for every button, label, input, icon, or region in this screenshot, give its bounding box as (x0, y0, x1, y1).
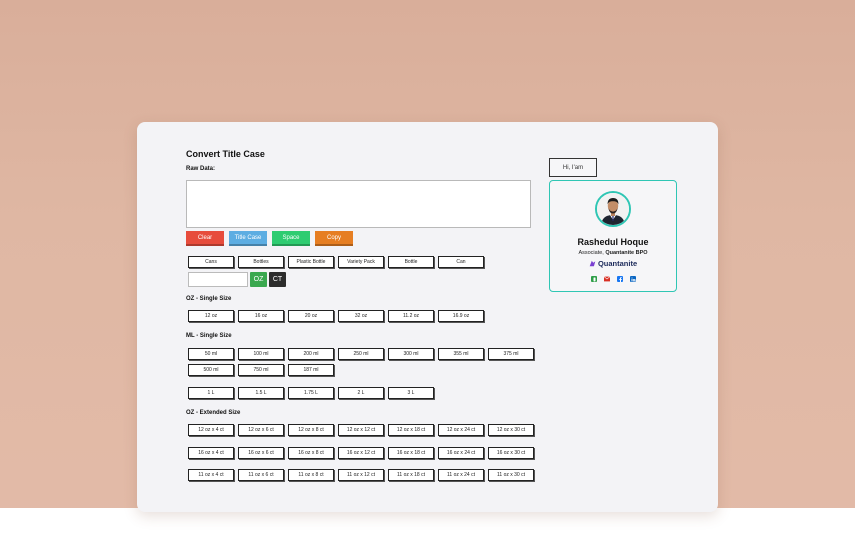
ml-size-chip[interactable]: 250 ml (338, 348, 384, 360)
social-links (591, 276, 636, 282)
profile-role: Associate, Quantanite BPO (550, 250, 676, 256)
brand-name: Quantanite (597, 259, 638, 268)
ml-size-chip[interactable]: 500 ml (188, 364, 234, 376)
oz-extended-chip[interactable]: 12 oz x 12 ct (338, 424, 384, 436)
quantanite-logo-icon (589, 260, 596, 267)
oz-extended-chip[interactable]: 11 oz x 18 ct (388, 469, 434, 481)
liter-size-chip[interactable]: 1.5 L (238, 387, 284, 399)
oz-extended-chip[interactable]: 11 oz x 30 ct (488, 469, 534, 481)
ml-size-chip[interactable]: 355 ml (438, 348, 484, 360)
raw-data-textarea[interactable] (186, 180, 531, 228)
avatar (595, 191, 631, 227)
avatar-portrait-icon (597, 193, 629, 225)
oz-button[interactable]: OZ (250, 272, 267, 287)
oz-extended-chip[interactable]: 16 oz x 18 ct (388, 447, 434, 459)
oz-extended-chip[interactable]: 12 oz x 18 ct (388, 424, 434, 436)
oz-extended-chip[interactable]: 11 oz x 8 ct (288, 469, 334, 481)
oz-size-chip[interactable]: 12 oz (188, 310, 234, 322)
ml-size-chip[interactable]: 50 ml (188, 348, 234, 360)
category-chip[interactable]: Plastic Bottle (288, 256, 334, 268)
oz-extended-chip[interactable]: 11 oz x 4 ct (188, 469, 234, 481)
oz-extended-chip[interactable]: 11 oz x 12 ct (338, 469, 384, 481)
oz-extended-label: OZ - Extended Size (186, 410, 241, 416)
liter-size-chip[interactable]: 2 L (338, 387, 384, 399)
oz-extended-chip[interactable]: 16 oz x 6 ct (238, 447, 284, 459)
ml-size-chip[interactable]: 100 ml (238, 348, 284, 360)
ml-size-chip[interactable]: 750 ml (238, 364, 284, 376)
role-title: Associate, (578, 250, 604, 256)
oz-extended-chip[interactable]: 16 oz x 4 ct (188, 447, 234, 459)
oz-extended-chip[interactable]: 16 oz x 24 ct (438, 447, 484, 459)
mail-icon[interactable] (604, 276, 610, 282)
category-chip[interactable]: Bottle (388, 256, 434, 268)
oz-extended-chip[interactable]: 11 oz x 24 ct (438, 469, 484, 481)
linkedin-icon[interactable] (630, 276, 636, 282)
oz-size-chip[interactable]: 16.9 oz (438, 310, 484, 322)
category-chip[interactable]: Bottles (238, 256, 284, 268)
category-chip[interactable]: Cans (188, 256, 234, 268)
oz-extended-chip[interactable]: 11 oz x 6 ct (238, 469, 284, 481)
copy-button[interactable]: Copy (315, 231, 353, 246)
oz-size-chip[interactable]: 20 oz (288, 310, 334, 322)
oz-single-label: OZ - Single Size (186, 296, 232, 302)
page-footer-area (0, 508, 855, 547)
clear-button[interactable]: Clear (186, 231, 224, 246)
oz-extended-chip[interactable]: 12 oz x 4 ct (188, 424, 234, 436)
ml-size-chip[interactable]: 300 ml (388, 348, 434, 360)
oz-extended-chip[interactable]: 16 oz x 30 ct (488, 447, 534, 459)
raw-data-label: Raw Data: (186, 166, 216, 172)
ml-single-label: ML - Single Size (186, 333, 232, 339)
title-case-button[interactable]: Title Case (229, 231, 267, 246)
ml-size-chip[interactable]: 200 ml (288, 348, 334, 360)
ml-size-chip[interactable]: 187 ml (288, 364, 334, 376)
liter-size-chip[interactable]: 3 L (388, 387, 434, 399)
ct-button[interactable]: CT (269, 272, 286, 287)
company-brand: Quantanite (550, 259, 676, 268)
oz-size-chip[interactable]: 16 oz (238, 310, 284, 322)
liter-size-chip[interactable]: 1 L (188, 387, 234, 399)
oz-extended-chip[interactable]: 12 oz x 6 ct (238, 424, 284, 436)
category-chip[interactable]: Variety Pack (338, 256, 384, 268)
phone-icon[interactable] (591, 276, 597, 282)
page-title: Convert Title Case (186, 149, 265, 159)
liter-size-chip[interactable]: 1.75 L (288, 387, 334, 399)
ml-size-chip[interactable]: 375 ml (488, 348, 534, 360)
greeting-box: Hi, I'am (549, 158, 597, 177)
role-company: Quantanite BPO (605, 250, 648, 256)
oz-size-chip[interactable]: 32 oz (338, 310, 384, 322)
facebook-icon[interactable] (617, 276, 623, 282)
profile-name: Rashedul Hoque (577, 237, 649, 247)
space-button[interactable]: Space (272, 231, 310, 246)
oz-extended-chip[interactable]: 12 oz x 24 ct (438, 424, 484, 436)
unit-input[interactable] (188, 272, 248, 287)
category-chip[interactable]: Can (438, 256, 484, 268)
converter-panel: Convert Title Case Raw Data: Clear Title … (137, 122, 718, 512)
oz-extended-chip[interactable]: 12 oz x 30 ct (488, 424, 534, 436)
oz-extended-chip[interactable]: 16 oz x 8 ct (288, 447, 334, 459)
profile-card: Rashedul Hoque Associate, Quantanite BPO… (549, 180, 677, 292)
oz-size-chip[interactable]: 11.2 oz (388, 310, 434, 322)
oz-extended-chip[interactable]: 16 oz x 12 ct (338, 447, 384, 459)
oz-extended-chip[interactable]: 12 oz x 8 ct (288, 424, 334, 436)
